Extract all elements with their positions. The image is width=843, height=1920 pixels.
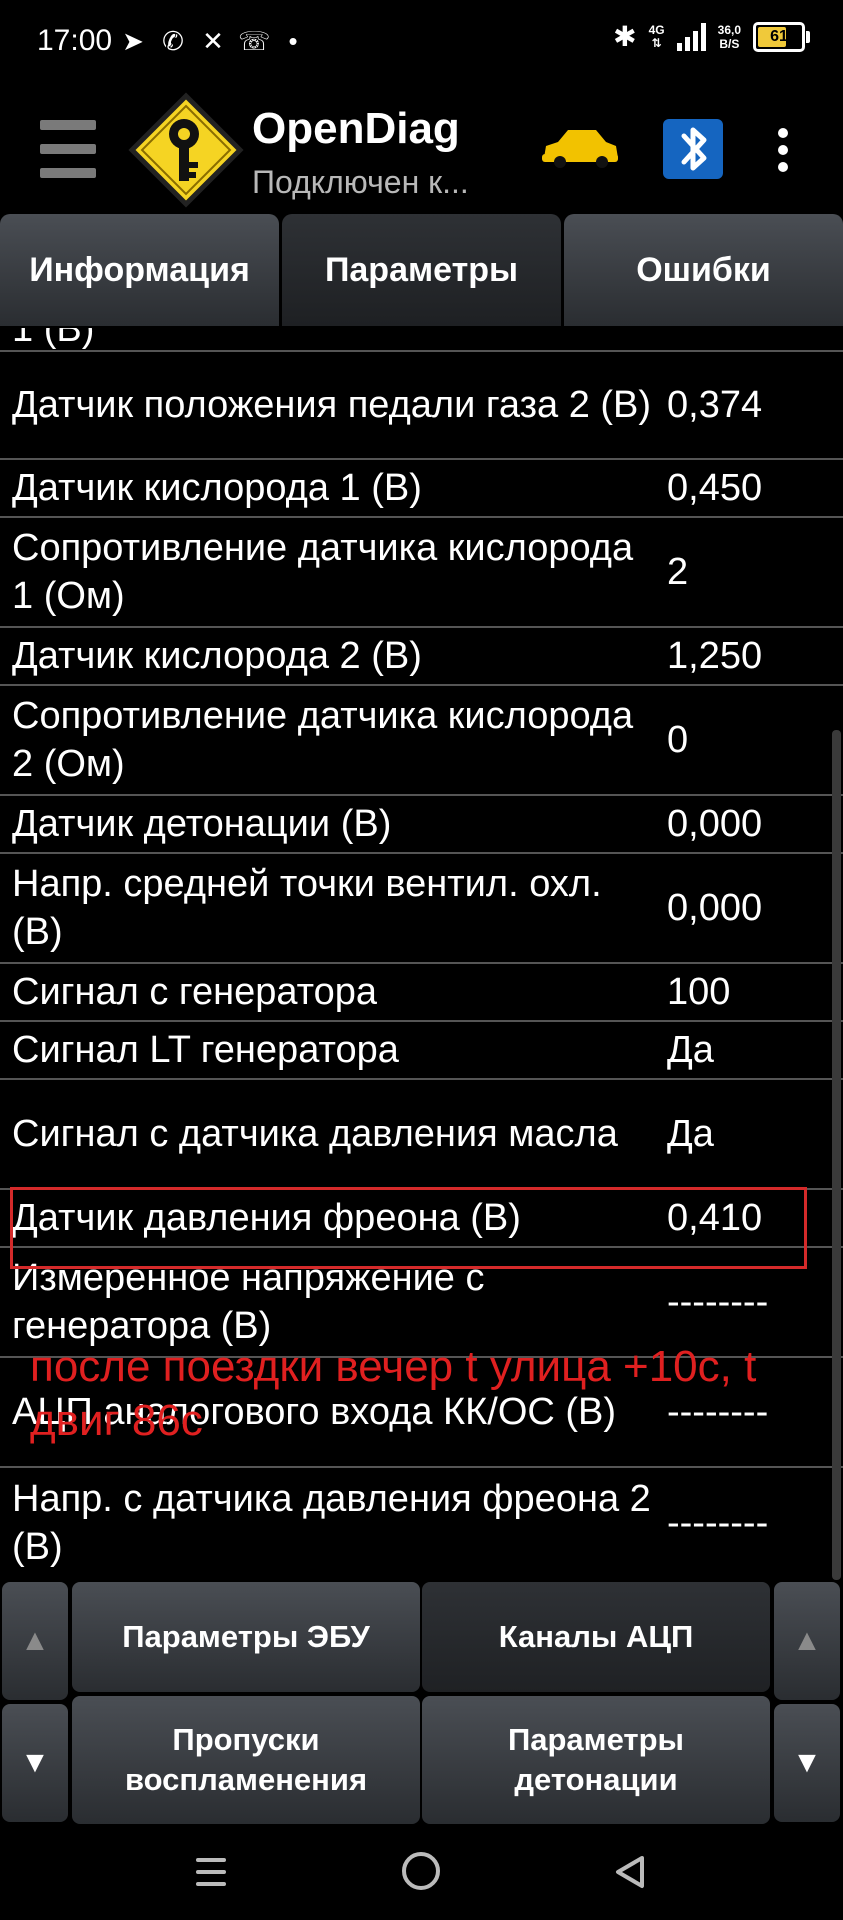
table-row: Датчик кислорода 1 (В) 0,450 [0,460,843,518]
bluetooth-icon[interactable] [662,118,724,180]
param-name: Датчик положения педали газа 2 (В) [12,384,652,426]
param-name: 1 (В) [12,328,95,350]
home-icon[interactable] [402,1852,440,1890]
network-speed-value: 36,0 [717,22,741,37]
param-name: Датчик кислорода 2 (В) [12,635,422,677]
table-row: Сопротивление датчика кислорода 1 (Ом) 2 [0,518,843,628]
misfires-button[interactable]: Пропуски воспламенения [72,1696,420,1824]
tab-information[interactable]: Информация [0,214,279,326]
param-value: -------- [667,1502,769,1544]
table-row: Сопротивление датчика кислорода 2 (Ом) 0 [0,686,843,796]
param-name: Сигнал с датчика давления масла [12,1113,618,1155]
battery-level: 61 [770,27,788,45]
param-value: 100 [667,971,731,1013]
param-value: 0,000 [667,887,763,929]
tab-errors[interactable]: Ошибки [564,214,843,326]
table-row: Сигнал с генератора 100 [0,964,843,1022]
status-time: 17:00 [37,24,113,57]
param-name: Сопротивление датчика кислорода 1 (Ом) [12,527,634,617]
param-name: Сигнал с генератора [12,971,378,1013]
app-logo-key-icon [128,92,244,208]
telegram-icon: ➤ [122,26,144,56]
param-name: Напр. с датчика давления фреона 2 (В) [12,1478,651,1568]
table-row: Датчик положения педали газа 2 (В) 0,374 [0,352,843,460]
dot-icon: • [288,26,298,56]
viber-icon: ☏ [238,26,271,56]
system-nav-bar [0,1826,843,1920]
table-row: Сигнал LT генератора Да [0,1022,843,1080]
table-row: Напр. с датчика давления фреона 2 (В) --… [0,1468,843,1578]
param-value: Да [667,1029,714,1071]
connection-status: Подключен к... [252,164,469,200]
recent-apps-icon[interactable] [196,1858,226,1886]
param-name: Датчик детонации (В) [12,803,392,845]
param-name: Датчик давления фреона (В) [12,1197,521,1239]
back-icon[interactable] [614,1854,646,1890]
status-bar: 17:00 ➤ ✆ ✕ ☏ • ✱ 4G ⇅ 36,0 B/S 61 [0,0,843,84]
whatsapp-icon: ✆ [162,26,184,56]
network-speed-unit: B/S [719,36,740,51]
status-app-icons: ➤ ✆ ✕ ☏ • [118,22,308,60]
scroll-down-left-button[interactable]: ▼ [2,1704,68,1822]
app-bar: OpenDiag Подключен к... [0,84,843,214]
network-type: 4G ⇅ [648,22,665,50]
status-right-group: ✱ 4G ⇅ 36,0 B/S 61 [613,20,810,53]
tab-parameters[interactable]: Параметры [282,214,561,326]
param-value: 0,374 [667,384,763,426]
detonation-params-button[interactable]: Параметры детонации [422,1696,770,1824]
param-value: -------- [667,1281,769,1323]
param-value: 0,450 [667,467,763,509]
signal-strength-icon [676,22,706,51]
bluetooth-status-icon: ✱ [613,21,637,52]
param-name: Напр. средней точки вентил. охл. (В) [12,863,602,953]
param-value: Да [667,1113,714,1155]
scroll-up-left-button[interactable]: ▲ [2,1582,68,1700]
scroll-up-right-button[interactable]: ▲ [774,1582,840,1700]
table-row: Напр. средней точки вентил. охл. (В) 0,0… [0,854,843,964]
param-name: Сопротивление датчика кислорода 2 (Ом) [12,695,634,785]
tab-bar: Информация Параметры Ошибки [0,214,843,328]
scrollbar[interactable] [832,730,841,1580]
overflow-menu-icon[interactable] [776,128,790,172]
param-value: 2 [667,551,689,593]
hamburger-menu-icon[interactable] [40,120,96,178]
param-value: 1,250 [667,635,763,677]
app-title: OpenDiag [252,104,460,153]
x-icon: ✕ [202,26,224,56]
table-row: Датчик давления фреона (В) 0,410 [0,1190,843,1248]
ecu-params-button[interactable]: Параметры ЭБУ [72,1582,420,1692]
car-icon[interactable] [540,124,620,170]
param-name: Датчик кислорода 1 (В) [12,467,422,509]
param-name: Сигнал LT генератора [12,1029,399,1071]
table-row: 1 (В) [0,328,843,352]
table-row: Сигнал с датчика давления масла Да [0,1080,843,1190]
battery-icon: 61 [753,21,810,52]
param-value: 0 [667,719,689,761]
adc-channels-button[interactable]: Каналы АЦП [422,1582,770,1692]
network-type-label: 4G [648,22,665,37]
network-arrows-icon: ⇅ [651,35,662,50]
param-name: Измеренное напряжение с генератора (В) [12,1257,485,1347]
table-row: Датчик детонации (В) 0,000 [0,796,843,854]
table-row: Датчик кислорода 2 (В) 1,250 [0,628,843,686]
param-value: 0,000 [667,803,763,845]
param-value: 0,410 [667,1197,763,1239]
scroll-down-right-button[interactable]: ▼ [774,1704,840,1822]
network-speed: 36,0 B/S [718,23,741,51]
bottom-button-panel: ▲ Параметры ЭБУ Каналы АЦП ▲ ▼ Пропуски … [0,1580,843,1826]
annotation-text: после поездки вечер t улица +10с, t двиг… [30,1342,757,1445]
